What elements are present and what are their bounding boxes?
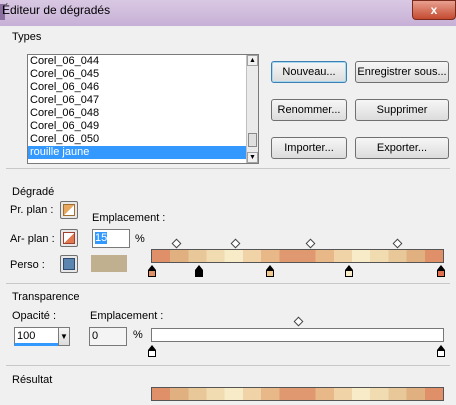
list-item[interactable]: rouille jaune [28, 146, 258, 159]
gradient-stop[interactable] [345, 265, 353, 277]
list-item[interactable]: Corel_06_049 [28, 120, 258, 133]
list-scrollbar[interactable]: ▲ ▼ [246, 55, 258, 163]
list-item[interactable]: Corel_06_050 [28, 133, 258, 146]
export-button[interactable]: Exporter... [355, 137, 449, 159]
custom-color-preview [91, 255, 127, 272]
fg-color-button[interactable] [60, 201, 78, 219]
gradient-stop[interactable] [195, 265, 203, 277]
fg-label: Pr. plan : [10, 204, 54, 216]
scroll-thumb[interactable] [248, 133, 257, 147]
delete-button[interactable]: Supprimer [355, 99, 449, 121]
gradient-stop[interactable] [148, 265, 156, 277]
percent-label: % [135, 233, 145, 245]
custom-color-button[interactable] [60, 255, 78, 273]
gradient-stop[interactable] [437, 265, 445, 277]
transparency-stop[interactable] [437, 345, 445, 357]
new-button[interactable]: Nouveau... [271, 61, 347, 83]
location-label: Emplacement : [92, 212, 166, 224]
bg-color-swatch [63, 232, 75, 244]
transparency-location-label: Emplacement : [90, 310, 164, 322]
opacity-input[interactable]: 100 [14, 327, 60, 346]
list-item[interactable]: Corel_06_046 [28, 81, 258, 94]
transparency-stop[interactable] [148, 345, 156, 357]
transparency-location-value: 0 [92, 330, 99, 342]
bg-label: Ar- plan : [10, 233, 55, 245]
save-as-button[interactable]: Enregistrer sous... [355, 61, 449, 83]
scroll-up-icon[interactable]: ▲ [247, 55, 258, 66]
fg-color-swatch [63, 204, 75, 216]
location-value: 15 [95, 232, 108, 244]
gradient-bar[interactable] [151, 249, 444, 263]
gradient-list[interactable]: Corel_06_044 Corel_06_045 Corel_06_046 Core… [27, 54, 259, 164]
import-button[interactable]: Importer... [271, 137, 347, 159]
result-gradient-preview [151, 387, 444, 401]
opacity-value: 100 [17, 330, 36, 342]
list-item[interactable]: Corel_06_047 [28, 94, 258, 107]
location-input[interactable]: 15 [92, 229, 130, 248]
custom-color-swatch [63, 258, 75, 270]
custom-label: Perso : [10, 259, 45, 271]
list-item[interactable]: Corel_06_045 [28, 68, 258, 81]
gradient-stop[interactable] [266, 265, 274, 277]
rename-button[interactable]: Renommer... [271, 99, 347, 121]
list-item[interactable]: Corel_06_044 [28, 55, 258, 68]
window-title: Éditeur de dégradés [2, 3, 111, 17]
bg-color-button[interactable] [60, 229, 78, 247]
close-button[interactable]: x [412, 0, 456, 20]
transparency-percent-label: % [133, 329, 143, 341]
transparency-location-input[interactable]: 0 [89, 327, 127, 346]
list-item[interactable]: Corel_06_048 [28, 107, 258, 120]
title-bar: Éditeur de dégradés x [0, 0, 456, 26]
transparency-bar[interactable] [151, 328, 444, 342]
opacity-dropdown-icon[interactable]: ▼ [58, 327, 70, 346]
opacity-label: Opacité : [12, 310, 57, 322]
scroll-down-icon[interactable]: ▼ [247, 152, 258, 163]
